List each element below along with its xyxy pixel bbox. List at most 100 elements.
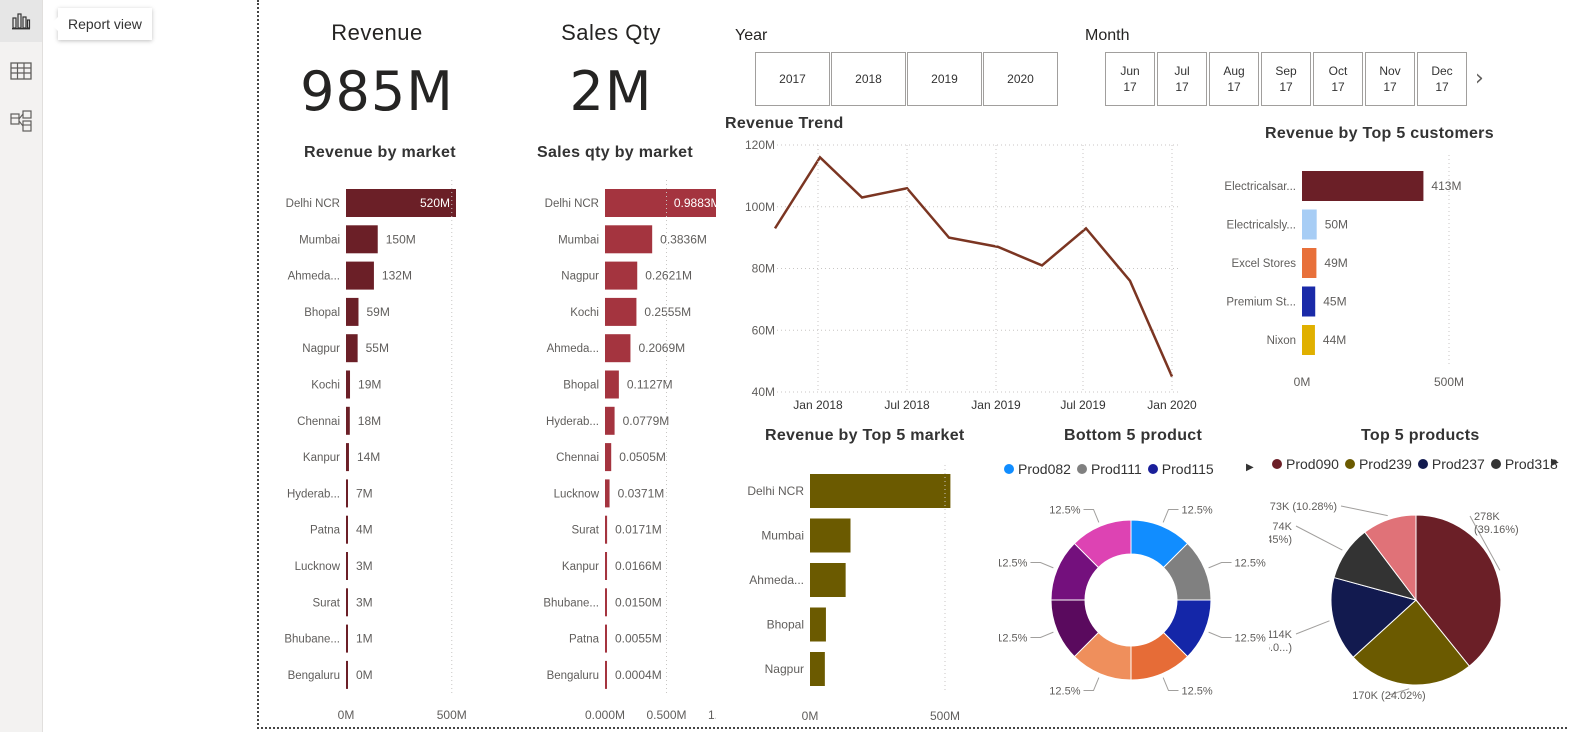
bar [346, 334, 358, 363]
data-label: 0.0004M [615, 668, 662, 682]
leader-line [1208, 561, 1232, 569]
month-option-jun[interactable]: Jun 17 [1105, 52, 1155, 106]
legend-item[interactable]: Prod090 [1272, 456, 1339, 472]
data-label: 59M [366, 305, 389, 319]
bar [810, 474, 951, 508]
data-label: 150M [386, 232, 416, 246]
data-label: 18M [358, 414, 381, 428]
bottom5-legend-more-icon[interactable]: ▶ [1246, 462, 1254, 473]
top5-legend-more-icon[interactable]: ▶ [1551, 457, 1559, 468]
data-label: 278K (39.16%) [1474, 511, 1519, 536]
category-label: Hyderab... [287, 488, 340, 500]
year-option-2017[interactable]: 2017 [755, 52, 830, 106]
bar [605, 334, 631, 363]
category-label: Bengaluru [288, 670, 340, 682]
legend-item[interactable]: Prod237 [1417, 456, 1485, 472]
revenue-trend-title: Revenue Trend [725, 115, 844, 132]
report-view-button[interactable] [0, 0, 42, 42]
model-view-button[interactable] [0, 100, 42, 142]
data-label: 19M [358, 378, 381, 392]
bar [1302, 171, 1424, 201]
legend-swatch [1344, 459, 1355, 469]
month-option-nov[interactable]: Nov 17 [1365, 52, 1415, 106]
data-label: 413M [1431, 179, 1461, 193]
bar [605, 261, 638, 290]
month-slicer-label: Month [1085, 27, 1130, 44]
legend-item[interactable]: Prod115 [1147, 461, 1214, 477]
y-tick-label: 100M [745, 200, 775, 214]
x-tick-label: 0M [1294, 375, 1311, 389]
data-label: 14M [357, 450, 380, 464]
bar [346, 588, 348, 617]
data-label: 50M [1325, 218, 1348, 232]
data-view-button[interactable] [0, 50, 42, 92]
data-label: 132M [382, 269, 412, 283]
category-label: Bhopal [304, 307, 340, 319]
bar [605, 297, 637, 326]
sales-qty-by-market-chart: Delhi NCR 0.9883M Mumbai 0.3836M Nagpur 0.262… [543, 180, 716, 722]
data-label: 3M [356, 559, 373, 573]
bar [605, 443, 612, 472]
category-label: Delhi NCR [545, 198, 599, 210]
category-label: Premium St... [1226, 297, 1296, 309]
category-label: Delhi NCR [286, 198, 340, 210]
legend-item[interactable]: Prod239 [1344, 456, 1412, 472]
bottom5-product-donut: 12.5% 12.5% 12.5% 12.5% 12.5% 12.5% 12.5% 12.5% [999, 504, 1266, 698]
x-tick-label: 0.500M [646, 708, 686, 722]
data-label: 0.0055M [615, 632, 662, 646]
bar [605, 406, 615, 435]
data-label: 0.1127M [627, 378, 673, 392]
category-label: Electricalsar... [1224, 181, 1296, 193]
top5-products-pie: 278K(39.16%) 170K (24.02%) 114K(16.0...) 74… [1269, 501, 1519, 702]
data-label: 170K (24.02%) [1352, 690, 1425, 702]
year-option-2018[interactable]: 2018 [831, 52, 906, 106]
month-option-aug[interactable]: Aug 17 [1209, 52, 1259, 106]
month-option-dec[interactable]: Dec 17 [1417, 52, 1467, 106]
sales-qty-by-market-title: Sales qty by market [537, 144, 693, 161]
revenue-card-value: 985M [300, 60, 454, 123]
data-label: 3M [356, 595, 373, 609]
category-label: Kochi [570, 307, 599, 319]
month-option-sep[interactable]: Sep 17 [1261, 52, 1311, 106]
bar [346, 406, 350, 435]
bar [810, 607, 826, 642]
y-tick-label: 80M [752, 262, 775, 276]
data-label: 114K(16.0...) [1269, 629, 1293, 654]
category-label: Excel Stores [1231, 258, 1296, 270]
data-label: 12.5% [1049, 686, 1080, 698]
x-tick-label: 500M [437, 708, 467, 722]
data-label: 49M [1324, 256, 1347, 270]
x-tick-label: 0M [338, 708, 355, 722]
revenue-by-market-title: Revenue by market [304, 144, 456, 161]
bottom5-product-title: Bottom 5 product [1064, 427, 1203, 444]
category-label: Nagpur [561, 271, 599, 283]
bar [605, 552, 608, 580]
year-option-2019[interactable]: 2019 [907, 52, 982, 106]
month-option-oct[interactable]: Oct 17 [1313, 52, 1363, 106]
x-tick-label: 0.000M [585, 708, 625, 722]
category-label: Kochi [311, 380, 340, 392]
legend-item[interactable]: Prod111 [1076, 461, 1142, 477]
year-option-2020[interactable]: 2020 [983, 52, 1058, 106]
category-label: Ahmeda... [288, 271, 340, 283]
legend-swatch [1417, 459, 1428, 469]
top5-products-legend: Prod090 Prod239 Prod237 Prod318 [1272, 456, 1564, 472]
bar [810, 518, 851, 553]
y-tick-label: 120M [745, 138, 775, 152]
legend-swatch [1076, 464, 1087, 474]
data-label: 0.0779M [623, 414, 670, 428]
bar [346, 443, 349, 472]
data-label: 0.0505M [619, 450, 666, 464]
bar [605, 225, 653, 254]
month-slicer-next-button[interactable]: › [1475, 66, 1484, 91]
legend-item[interactable]: Prod318 [1490, 456, 1558, 472]
bar [605, 624, 607, 653]
bar [605, 660, 607, 689]
leader-line [1295, 525, 1343, 551]
bar [1302, 325, 1315, 355]
legend-item[interactable]: Prod082 [1004, 461, 1071, 477]
bar [346, 261, 374, 290]
month-option-jul[interactable]: Jul 17 [1157, 52, 1207, 106]
bar [346, 297, 359, 326]
report-view-tooltip: Report view [51, 8, 152, 40]
